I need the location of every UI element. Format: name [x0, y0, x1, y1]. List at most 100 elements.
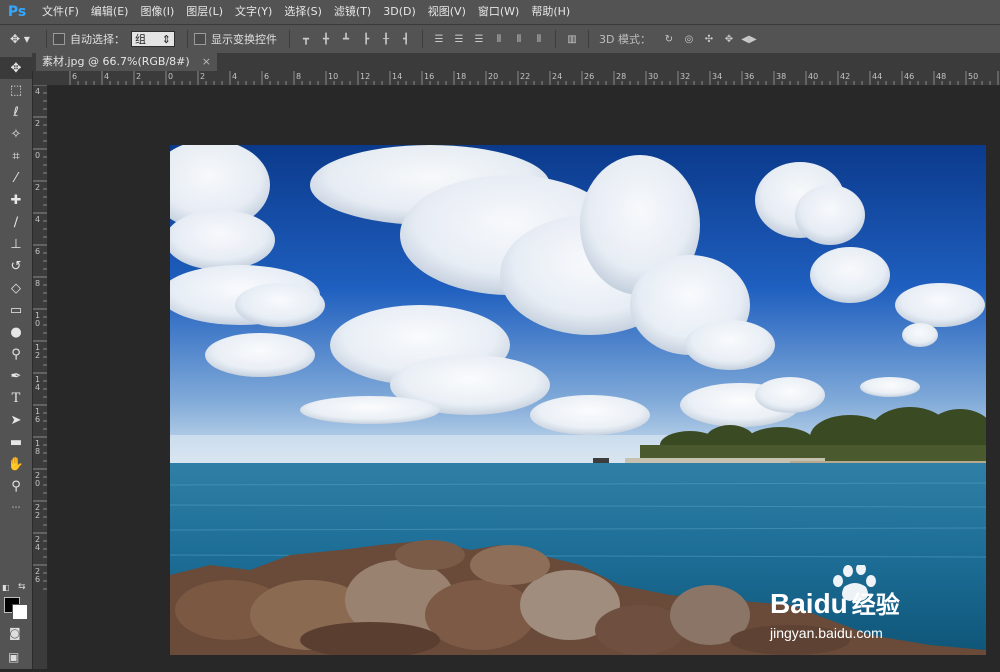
ruler-label: 8 [296, 72, 301, 81]
watermark-brand: Baidu 经验 [770, 585, 900, 620]
distribute-top-icon[interactable]: ☰ [433, 33, 445, 45]
ruler-label: 24 [552, 72, 562, 81]
brush-tool-icon[interactable]: ∕ [0, 211, 32, 233]
document-tab[interactable]: 素材.jpg @ 66.7%(RGB/8#) × [36, 53, 217, 71]
type-tool-icon[interactable]: T [0, 387, 32, 409]
background-color-swatch[interactable] [12, 604, 28, 620]
path-selection-tool-icon[interactable]: ➤ [0, 409, 32, 431]
ruler-label: 20 [488, 72, 498, 81]
align-vcenter-icon[interactable]: ╋ [320, 33, 332, 45]
ruler-label: 42 [840, 72, 850, 81]
eyedropper-tool-icon[interactable]: ⁄ [0, 167, 32, 189]
ruler-label: 44 [872, 72, 882, 81]
eraser-tool-icon[interactable]: ◇ [0, 277, 32, 299]
ruler-horizontal-ticks: 6 4 2 0 2 4 6 8 10 12 14 16 18 20 22 24 26 28 30 32 34 36 38 40… [69, 71, 999, 85]
ruler-label: 6 [35, 247, 40, 256]
ruler-label: 2 [35, 183, 40, 192]
distribute-right-icon[interactable]: ⫴ [533, 33, 545, 45]
rectangle-tool-icon[interactable]: ▬ [0, 431, 32, 453]
divider [46, 30, 47, 48]
mode-3d-label: 3D 模式： [599, 33, 651, 46]
distribute-hcenter-icon[interactable]: ⫴ [513, 33, 525, 45]
pen-tool-icon[interactable]: ✒ [0, 365, 32, 387]
ruler-label: 2 [136, 72, 141, 81]
menu-type[interactable]: 文字(Y) [229, 0, 278, 24]
ruler-label: 50 [968, 72, 978, 81]
ruler-label: 40 [808, 72, 818, 81]
hand-tool-icon[interactable]: ✋ [0, 453, 32, 475]
align-top-icon[interactable]: ┳ [300, 33, 312, 45]
ruler-label: 6 [35, 415, 40, 424]
menu-filter[interactable]: 滤镜(T) [328, 0, 377, 24]
divider [588, 30, 589, 48]
align-hcenter-icon[interactable]: ╂ [380, 33, 392, 45]
ruler-label: 8 [35, 447, 40, 456]
ruler-label: 14 [392, 72, 402, 81]
menu-image[interactable]: 图像(I) [134, 0, 180, 24]
ruler-label: 2 [35, 511, 40, 520]
align-bottom-icon[interactable]: ┻ [340, 33, 352, 45]
menu-layer[interactable]: 图层(L) [180, 0, 229, 24]
history-brush-tool-icon[interactable]: ↺ [0, 255, 32, 277]
gradient-tool-icon[interactable]: ▭ [0, 299, 32, 321]
show-transform-checkbox[interactable] [194, 33, 206, 45]
close-icon[interactable]: × [202, 53, 211, 71]
align-right-icon[interactable]: ┫ [400, 33, 412, 45]
baidu-watermark: Baidu 经验 jingyan.baidu.com [768, 563, 988, 645]
clone-stamp-tool-icon[interactable]: ⊥ [0, 233, 32, 255]
auto-align-icon[interactable]: ▥ [566, 33, 578, 45]
ruler-label: 32 [680, 72, 690, 81]
menu-help[interactable]: 帮助(H) [525, 0, 576, 24]
ruler-label: 4 [104, 72, 109, 81]
lasso-tool-icon[interactable]: ℓ [0, 101, 32, 123]
rotate-3d-icon[interactable]: ↻ [663, 33, 675, 45]
distribute-vcenter-icon[interactable]: ☰ [453, 33, 465, 45]
show-transform-label: 显示变换控件 [211, 33, 277, 46]
document-tab-bar: 素材.jpg @ 66.7%(RGB/8#) × [32, 53, 1000, 71]
ruler-label: 34 [712, 72, 722, 81]
scale-3d-icon[interactable]: ◀▶ [741, 33, 756, 45]
menu-file[interactable]: 文件(F) [36, 0, 85, 24]
menu-select[interactable]: 选择(S) [278, 0, 328, 24]
quick-mask-icon[interactable]: ◙ [9, 626, 21, 640]
divider [422, 30, 423, 48]
move-tool-icon[interactable]: ✥ [0, 57, 32, 79]
ruler-origin[interactable] [33, 71, 50, 85]
blur-tool-icon[interactable]: ● [0, 321, 32, 343]
more-tools-icon[interactable]: ⋯ [0, 497, 32, 519]
ruler-horizontal[interactable]: 6 4 2 0 2 4 6 8 10 12 14 16 18 20 22 24 26 28 30 32 34 36 38 40… [50, 71, 1000, 86]
slide-3d-icon[interactable]: ✥ [723, 33, 735, 45]
menu-edit[interactable]: 编辑(E) [85, 0, 135, 24]
magic-wand-tool-icon[interactable]: ✧ [0, 123, 32, 145]
auto-select-label: 自动选择： [70, 33, 125, 46]
ruler-vertical[interactable]: 4202468101214161820222426 [33, 84, 48, 669]
watermark-brand-latin: Bai [770, 588, 814, 619]
ruler-label: 26 [584, 72, 594, 81]
healing-brush-tool-icon[interactable]: ✚ [0, 189, 32, 211]
ruler-label: 18 [456, 72, 466, 81]
menu-3d[interactable]: 3D(D) [377, 0, 422, 24]
distribute-bottom-icon[interactable]: ☰ [473, 33, 485, 45]
zoom-tool-icon[interactable]: ⚲ [0, 475, 32, 497]
default-colors-icon[interactable]: ◧ [2, 583, 10, 592]
auto-select-value: 组 [135, 33, 146, 46]
align-left-icon[interactable]: ┣ [360, 33, 372, 45]
auto-select-dropdown[interactable]: 组 ⇕ [131, 31, 175, 47]
roll-3d-icon[interactable]: ◎ [683, 33, 695, 45]
ruler-label: 2 [35, 119, 40, 128]
screen-mode-icon[interactable]: ▣ [8, 650, 19, 664]
ruler-label: 36 [744, 72, 754, 81]
swap-colors-icon[interactable]: ⇆ [18, 582, 26, 592]
auto-select-checkbox[interactable] [53, 33, 65, 45]
tools-panel: ✥ ⬚ ℓ ✧ ⌗ ⁄ ✚ ∕ ⊥ ↺ ◇ ▭ ● ⚲ ✒ T ➤ ▬ ✋ ⚲ … [0, 53, 33, 669]
menu-view[interactable]: 视图(V) [422, 0, 472, 24]
menu-window[interactable]: 窗口(W) [472, 0, 525, 24]
marquee-tool-icon[interactable]: ⬚ [0, 79, 32, 101]
crop-tool-icon[interactable]: ⌗ [0, 145, 32, 167]
dodge-tool-icon[interactable]: ⚲ [0, 343, 32, 365]
drag-3d-icon[interactable]: ✣ [703, 33, 715, 45]
ruler-label: 4 [35, 383, 40, 392]
distribute-left-icon[interactable]: ⫴ [493, 33, 505, 45]
ruler-label: 0 [35, 319, 40, 328]
move-tool-preset-icon[interactable]: ✥ ▾ [0, 29, 40, 49]
